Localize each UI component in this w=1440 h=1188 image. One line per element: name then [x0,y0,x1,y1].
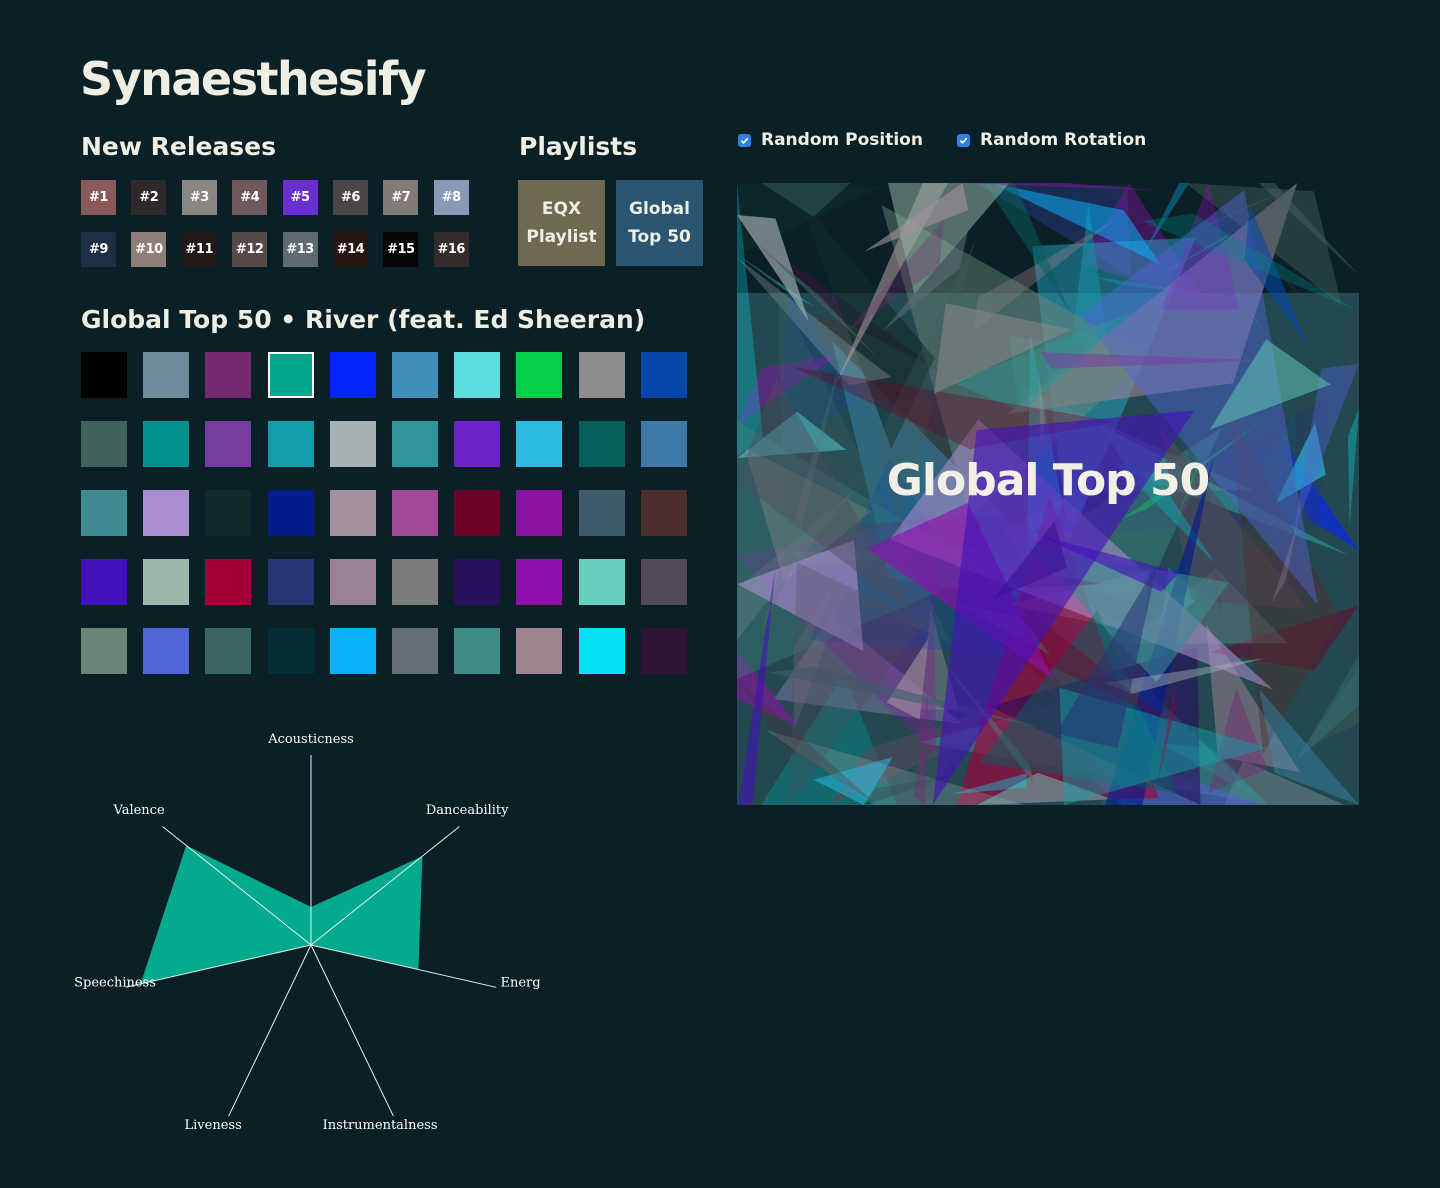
release-button-6[interactable]: #6 [332,180,368,215]
random-position-checkbox[interactable] [738,133,751,147]
color-swatch[interactable] [143,559,190,605]
color-swatch[interactable] [267,628,314,674]
playlist-eqx-line2: Playlist [526,227,597,247]
color-swatch[interactable] [205,490,252,536]
track-title: Global Top 50 • River (feat. Ed Sheeran) [81,305,646,334]
check-icon [740,137,749,144]
color-swatch[interactable] [329,490,376,536]
color-swatch[interactable] [267,421,314,467]
color-swatch[interactable] [578,421,625,467]
random-rotation-checkbox[interactable] [957,133,970,147]
radar-area [140,845,423,984]
release-button-13[interactable]: #13 [282,232,318,267]
color-swatch[interactable] [640,559,687,605]
radar-label-danceability: Danceability [426,803,509,818]
release-button-16[interactable]: #16 [433,232,469,267]
playlist-global-line1: Global [629,199,690,219]
color-swatch[interactable] [81,352,127,398]
color-swatch[interactable] [205,559,252,605]
release-button-9[interactable]: #9 [81,232,116,267]
color-swatch[interactable] [205,628,252,674]
color-swatch[interactable] [454,352,501,398]
color-swatch[interactable] [143,421,190,467]
color-swatch[interactable] [329,628,376,674]
playlist-global-top50-button[interactable]: Global Top 50 [616,180,703,266]
release-button-15[interactable]: #15 [383,232,419,267]
radar-label-valence: Valence [113,803,165,818]
color-swatch[interactable] [329,421,376,467]
color-swatch[interactable] [143,352,190,398]
color-swatch[interactable] [391,628,438,674]
playlist-global-line2: Top 50 [628,227,691,247]
color-swatch[interactable] [267,352,314,398]
radar-label-liveness: Liveness [185,1118,242,1133]
audio-features-radar-chart: Acousticness Danceability Energy Instrument… [74,732,540,1133]
radar-label-instrumentalness: Instrumentalness [323,1118,438,1133]
color-swatch[interactable] [454,490,501,536]
color-swatch[interactable] [81,628,127,674]
color-swatch[interactable] [578,490,625,536]
radar-axis-line [310,944,394,1117]
playlists-title: Playlists [519,132,638,161]
release-button-14[interactable]: #14 [332,232,368,267]
color-swatch[interactable] [640,490,687,536]
color-swatch[interactable] [640,421,687,467]
playlist-eqx-line1: EQX [541,199,582,219]
check-icon [959,137,968,144]
random-rotation-label: Random Rotation [980,130,1147,150]
new-releases-title: New Releases [81,132,276,161]
color-swatch[interactable] [391,421,438,467]
color-swatch[interactable] [81,490,127,536]
random-position-label: Random Position [761,130,923,150]
release-button-3[interactable]: #3 [181,180,217,215]
color-swatch[interactable] [516,559,563,605]
color-swatch[interactable] [516,352,563,398]
color-swatch[interactable] [329,559,376,605]
color-swatch[interactable] [143,490,190,536]
color-swatch[interactable] [81,559,127,605]
color-swatch[interactable] [329,352,376,398]
random-rotation-toggle[interactable]: Random Rotation [957,130,1146,150]
random-position-toggle[interactable]: Random Position [738,130,923,150]
new-releases-grid: #1 #2 #3 #4 #5 #6 #7 #8 #9 #10 #11 #12 #13 #14 #15 #16 [81,180,469,267]
color-swatch[interactable] [578,559,625,605]
color-palette [81,352,687,674]
color-swatch[interactable] [391,352,438,398]
radar-label-acousticness: Acousticness [267,732,354,747]
color-swatch[interactable] [454,559,501,605]
color-swatch[interactable] [578,628,625,674]
color-swatch[interactable] [640,628,687,674]
color-swatch[interactable] [454,628,501,674]
color-swatch[interactable] [516,628,563,674]
release-button-5[interactable]: #5 [282,180,318,215]
color-swatch[interactable] [81,421,127,467]
color-swatch[interactable] [391,490,438,536]
release-button-2[interactable]: #2 [131,180,167,215]
radar-label-energy: Energy [500,975,540,990]
release-button-7[interactable]: #7 [383,180,419,215]
color-swatch[interactable] [267,559,314,605]
release-button-4[interactable]: #4 [232,180,268,215]
color-swatch[interactable] [267,490,314,536]
color-swatch[interactable] [640,352,687,398]
release-button-10[interactable]: #10 [131,232,167,267]
release-button-8[interactable]: #8 [433,180,469,215]
app-title: Synaesthesify [80,52,427,106]
color-swatch[interactable] [205,421,252,467]
color-swatch[interactable] [578,352,625,398]
color-swatch[interactable] [205,352,252,398]
color-swatch[interactable] [516,490,563,536]
color-swatch[interactable] [454,421,501,467]
color-swatch[interactable] [516,421,563,467]
release-button-1[interactable]: #1 [81,180,116,215]
playlist-eqx-button[interactable]: EQX Playlist [518,180,605,266]
cover-art-title: Global Top 50 [886,455,1210,506]
color-swatch[interactable] [391,559,438,605]
radar-axis-line [228,944,312,1117]
radar-label-speechiness: Speechiness [74,975,156,990]
release-button-12[interactable]: #12 [232,232,268,267]
release-button-11[interactable]: #11 [181,232,217,267]
color-swatch[interactable] [143,628,190,674]
